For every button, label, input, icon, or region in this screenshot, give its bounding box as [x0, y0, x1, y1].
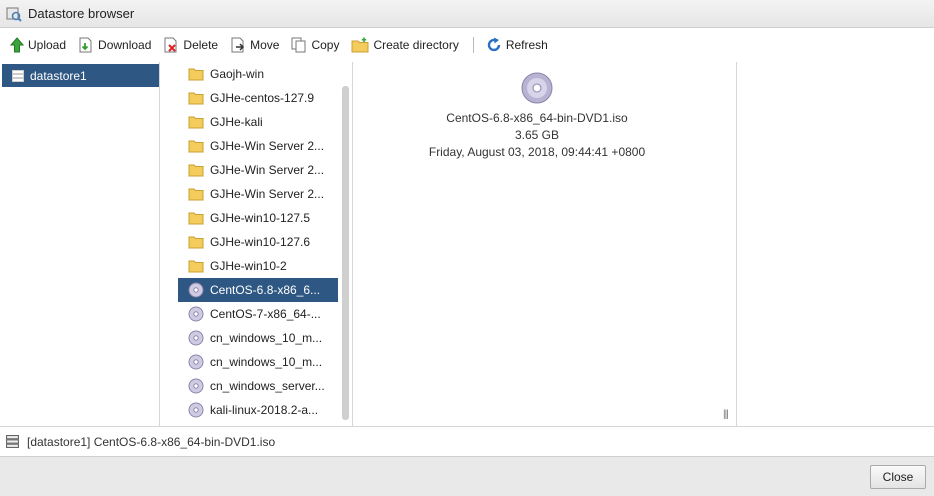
- file-label: cn_windows_10_m...: [210, 331, 323, 345]
- iso-file-row[interactable]: kali-linux-2018.2-a...: [178, 398, 338, 422]
- scrollbar-thumb[interactable]: [342, 86, 349, 420]
- folder-row[interactable]: Gaojh-win: [178, 62, 338, 86]
- iso-file-row[interactable]: cn_windows_server...: [178, 374, 338, 398]
- refresh-icon: [487, 37, 501, 52]
- delete-label: Delete: [183, 38, 219, 52]
- copy-label: Copy: [311, 38, 340, 52]
- upload-icon: [10, 37, 24, 53]
- file-label: GJHe-Win Server 2...: [210, 139, 325, 153]
- folder-icon: [188, 92, 204, 105]
- disc-icon: [521, 72, 553, 104]
- folder-row[interactable]: GJHe-Win Server 2...: [178, 182, 338, 206]
- dialog-footer: Close: [0, 456, 934, 496]
- file-label: GJHe-win10-127.5: [210, 211, 311, 225]
- file-list-pane: Gaojh-win GJHe-centos-127.9 GJHe-kali GJHe-…: [160, 62, 353, 426]
- folder-row[interactable]: GJHe-win10-127.5: [178, 206, 338, 230]
- file-label: GJHe-Win Server 2...: [210, 163, 325, 177]
- download-label: Download: [98, 38, 152, 52]
- empty-pane: [737, 62, 934, 426]
- file-label: GJHe-kali: [210, 115, 263, 129]
- iso-file-row[interactable]: cn_windows_10_m...: [178, 326, 338, 350]
- download-icon: [79, 37, 92, 53]
- toolbar: Upload Download Delete Move Copy Create …: [0, 29, 934, 61]
- disc-icon: [188, 282, 204, 298]
- status-path: [datastore1] CentOS-6.8-x86_64-bin-DVD1.…: [27, 434, 276, 449]
- download-button[interactable]: Download: [78, 37, 151, 53]
- folder-icon: [188, 116, 204, 129]
- folder-icon: [188, 212, 204, 225]
- refresh-label: Refresh: [505, 38, 548, 52]
- upload-button[interactable]: Upload: [10, 37, 66, 53]
- file-label: cn_windows_10_m...: [210, 355, 323, 369]
- folder-row[interactable]: GJHe-Win Server 2...: [178, 134, 338, 158]
- file-label: kali-linux-2018.2-a...: [210, 403, 319, 417]
- create-directory-button[interactable]: Create directory: [351, 37, 459, 53]
- folder-row[interactable]: GJHe-win10-2: [178, 254, 338, 278]
- folder-icon: [188, 68, 204, 81]
- window-titlebar: Datastore browser: [0, 0, 934, 28]
- folder-icon: [188, 260, 204, 273]
- datastore-icon: [12, 69, 24, 82]
- datastore-item[interactable]: datastore1: [2, 64, 159, 87]
- disc-icon: [188, 402, 204, 418]
- file-list: Gaojh-win GJHe-centos-127.9 GJHe-kali GJHe-…: [178, 62, 338, 422]
- toolbar-separator: [472, 37, 474, 53]
- file-label: CentOS-6.8-x86_6...: [210, 283, 321, 297]
- file-label: GJHe-win10-127.6: [210, 235, 311, 249]
- disc-icon: [188, 330, 204, 346]
- window-title: Datastore browser: [28, 6, 135, 21]
- folder-icon: [188, 164, 204, 177]
- iso-file-row[interactable]: CentOS-7-x86_64-...: [178, 302, 338, 326]
- copy-button[interactable]: Copy: [291, 37, 339, 53]
- refresh-button[interactable]: Refresh: [486, 37, 548, 53]
- file-label: cn_windows_server...: [210, 379, 325, 393]
- status-bar: [datastore1] CentOS-6.8-x86_64-bin-DVD1.…: [0, 426, 934, 456]
- file-label: Gaojh-win: [210, 67, 265, 81]
- file-name: CentOS-6.8-x86_64-bin-DVD1.iso: [446, 111, 628, 125]
- create-directory-label: Create directory: [373, 38, 459, 52]
- copy-icon: [291, 37, 306, 53]
- disc-icon: [188, 378, 204, 394]
- folder-icon: [188, 188, 204, 201]
- upload-label: Upload: [28, 38, 67, 52]
- file-label: CentOS-7-x86_64-...: [210, 307, 321, 321]
- file-size: 3.65 GB: [514, 128, 560, 142]
- move-icon: [231, 37, 245, 53]
- file-details: CentOS-6.8-x86_64-bin-DVD1.iso 3.65 GB F…: [353, 72, 721, 161]
- folder-row[interactable]: GJHe-kali: [178, 110, 338, 134]
- file-label: GJHe-win10-2: [210, 259, 287, 273]
- datastore-icon: [6, 435, 19, 448]
- disc-icon: [188, 306, 204, 322]
- datastore-pane: datastore1 |||: [0, 62, 160, 426]
- delete-button[interactable]: Delete: [163, 37, 218, 53]
- file-modified: Friday, August 03, 2018, 09:44:41 +0800: [428, 145, 646, 159]
- move-label: Move: [250, 38, 280, 52]
- folder-row[interactable]: GJHe-win10-127.6: [178, 230, 338, 254]
- disc-icon: [188, 354, 204, 370]
- iso-file-row[interactable]: CentOS-6.8-x86_6...: [178, 278, 338, 302]
- delete-icon: [164, 37, 177, 53]
- resize-grip[interactable]: |||: [723, 409, 729, 420]
- datastore-browser-icon: [6, 7, 22, 22]
- datastore-label: datastore1: [30, 68, 87, 83]
- move-button[interactable]: Move: [230, 37, 279, 53]
- close-button[interactable]: Close: [870, 465, 926, 489]
- folder-row[interactable]: GJHe-Win Server 2...: [178, 158, 338, 182]
- folder-icon: [188, 140, 204, 153]
- iso-file-row[interactable]: cn_windows_10_m...: [178, 350, 338, 374]
- new-folder-icon: [351, 37, 369, 53]
- details-pane: CentOS-6.8-x86_64-bin-DVD1.iso 3.65 GB F…: [353, 62, 737, 426]
- folder-icon: [188, 236, 204, 249]
- file-label: GJHe-Win Server 2...: [210, 187, 325, 201]
- folder-row[interactable]: GJHe-centos-127.9: [178, 86, 338, 110]
- file-label: GJHe-centos-127.9: [210, 91, 315, 105]
